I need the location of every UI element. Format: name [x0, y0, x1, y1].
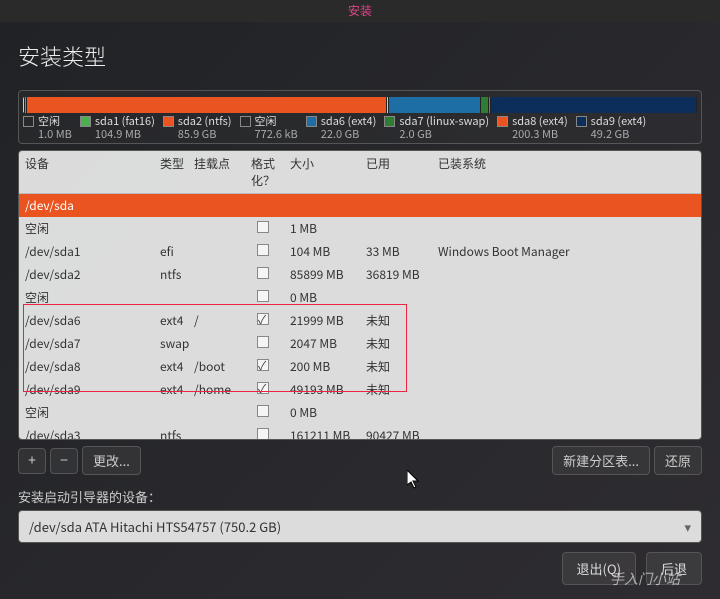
col-type[interactable]: 类型 [160, 155, 194, 189]
col-mount[interactable]: 挂载点 [194, 155, 240, 189]
bootloader-label: 安装启动引导器的设备： [18, 487, 702, 506]
format-checkbox[interactable] [257, 290, 269, 302]
legend-swatch [576, 116, 587, 127]
add-button[interactable]: + [18, 448, 46, 474]
table-header: 设备 类型 挂载点 格式化？ 大小 已用 已装系统 [19, 151, 701, 194]
partition-segment[interactable] [389, 97, 481, 113]
revert-button[interactable]: 还原 [654, 446, 702, 475]
table-row[interactable]: /dev/sda2ntfs85899 MB36819 MB [19, 263, 701, 286]
table-body[interactable]: /dev/sda空闲1 MB/dev/sda1efi104 MB33 MBWin… [19, 194, 701, 439]
partition-buttons: + − 更改... 新建分区表... 还原 [18, 446, 702, 475]
window-titlebar: 安装 [0, 0, 720, 22]
legend-item: sda2 (ntfs)85.9 GB [163, 115, 232, 141]
window-title: 安装 [348, 2, 372, 19]
table-row[interactable]: /dev/sda1efi104 MB33 MBWindows Boot Mana… [19, 240, 701, 263]
format-checkbox[interactable] [257, 405, 269, 417]
table-row[interactable]: 空闲0 MB [19, 401, 701, 424]
chevron-down-icon: ▾ [684, 517, 691, 536]
partition-table: 设备 类型 挂载点 格式化？ 大小 已用 已装系统 /dev/sda空闲1 MB… [18, 150, 702, 440]
format-checkbox[interactable] [257, 428, 269, 439]
col-size[interactable]: 大小 [290, 155, 366, 189]
table-row[interactable]: /dev/sda9ext4/home49193 MB未知 [19, 378, 701, 401]
table-row[interactable]: 空闲1 MB [19, 217, 701, 240]
legend-swatch [23, 116, 34, 127]
legend-swatch [497, 116, 508, 127]
legend-swatch [240, 116, 251, 127]
format-checkbox[interactable] [257, 382, 269, 394]
format-checkbox[interactable] [257, 359, 269, 371]
format-checkbox[interactable] [257, 267, 269, 279]
table-row[interactable]: /dev/sda6ext4/21999 MB未知 [19, 309, 701, 332]
format-checkbox[interactable] [257, 336, 269, 348]
partition-legend: 空闲1.0 MB sda1 (fat16)104.9 MB sda2 (ntfs)8… [23, 113, 697, 141]
legend-swatch [163, 116, 174, 127]
new-partition-table-button[interactable]: 新建分区表... [552, 446, 650, 475]
legend-swatch [306, 116, 317, 127]
legend-item: 空闲1.0 MB [23, 115, 72, 141]
partition-segment[interactable] [491, 97, 697, 113]
col-os[interactable]: 已装系统 [438, 155, 695, 189]
bootloader-value: /dev/sda ATA Hitachi HTS54757 (750.2 GB) [29, 517, 281, 536]
page-title: 安装类型 [18, 40, 702, 72]
partition-segment[interactable] [27, 97, 387, 113]
remove-button[interactable]: − [50, 448, 78, 474]
legend-swatch [80, 116, 91, 127]
change-button[interactable]: 更改... [82, 446, 141, 475]
col-format[interactable]: 格式化？ [240, 155, 290, 189]
table-row[interactable]: /dev/sda7swap2047 MB未知 [19, 332, 701, 355]
partition-bar [23, 97, 697, 113]
legend-item: sda7 (linux-swap)2.0 GB [384, 115, 489, 141]
legend-swatch [384, 116, 395, 127]
table-row[interactable]: 空闲0 MB [19, 286, 701, 309]
table-row[interactable]: /dev/sda3ntfs161211 MB90427 MB [19, 424, 701, 439]
partition-segment[interactable] [481, 97, 489, 113]
watermark: 手入门小站 [610, 569, 680, 589]
legend-item: sda1 (fat16)104.9 MB [80, 115, 155, 141]
table-disk-header[interactable]: /dev/sda [19, 194, 701, 217]
legend-item: sda9 (ext4)49.2 GB [576, 115, 647, 141]
partition-chart: 空闲1.0 MB sda1 (fat16)104.9 MB sda2 (ntfs)8… [18, 90, 702, 144]
col-device[interactable]: 设备 [25, 155, 160, 189]
format-checkbox[interactable] [257, 221, 269, 233]
legend-item: sda6 (ext4)22.0 GB [306, 115, 377, 141]
main-content: 安装类型 空闲1.0 MB sda1 (fat16)104.9 MB sda2 (n… [0, 22, 720, 561]
format-checkbox[interactable] [257, 313, 269, 325]
format-checkbox[interactable] [257, 244, 269, 256]
table-row[interactable]: /dev/sda8ext4/boot200 MB未知 [19, 355, 701, 378]
legend-item: sda8 (ext4)200.3 MB [497, 115, 568, 141]
legend-item: 空闲772.6 kB [240, 115, 298, 141]
col-used[interactable]: 已用 [366, 155, 438, 189]
bootloader-combo[interactable]: /dev/sda ATA Hitachi HTS54757 (750.2 GB)… [18, 510, 702, 543]
